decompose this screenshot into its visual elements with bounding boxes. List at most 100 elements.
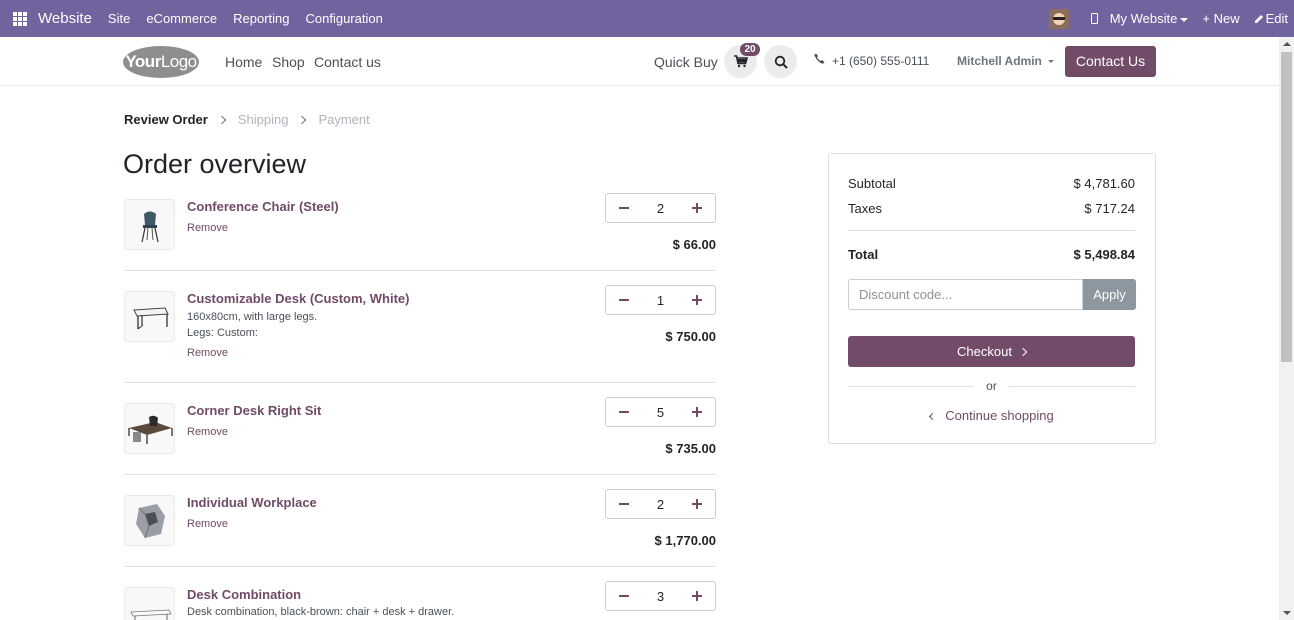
product-name[interactable]: Corner Desk Right Sit [187, 403, 321, 418]
website-switcher-label: My Website [1109, 11, 1178, 26]
product-name[interactable]: Individual Workplace [187, 495, 317, 510]
product-image[interactable] [124, 403, 175, 454]
increase-quantity-button[interactable] [679, 194, 715, 222]
scrollbar-thumb[interactable] [1281, 52, 1292, 362]
divider [124, 566, 716, 567]
site-header: Your Logo Home Shop Contact us Quick Buy … [0, 37, 1279, 86]
subtotal-label: Subtotal [848, 176, 896, 191]
apply-discount-button[interactable]: Apply [1083, 279, 1136, 310]
remove-link[interactable]: Remove [187, 347, 228, 359]
chevron-right-icon [1018, 347, 1028, 356]
chair-image [141, 211, 159, 243]
checkout-button[interactable]: Checkout [848, 336, 1135, 367]
decrease-quantity-button[interactable] [606, 582, 642, 610]
line-price: $ 735.00 [665, 441, 716, 456]
increase-quantity-button[interactable] [679, 490, 715, 518]
divider [124, 270, 716, 271]
line-price: $ 1,770.00 [654, 533, 716, 548]
website-switcher[interactable]: My Website [1110, 11, 1189, 26]
site-logo[interactable]: Your Logo [123, 46, 199, 78]
caret-down-icon [1047, 60, 1054, 64]
quantity-stepper: 5 [605, 397, 716, 427]
order-line: Conference Chair (Steel) Remove 2 $ 66.0… [124, 193, 716, 259]
quick-buy-link[interactable]: Quick Buy [654, 54, 718, 70]
checkout-label: Checkout [957, 344, 1012, 359]
quantity-input[interactable]: 1 [642, 293, 679, 308]
decrease-quantity-button[interactable] [606, 286, 642, 314]
phone-number[interactable]: +1 (650) 555-0111 [832, 54, 929, 68]
quantity-input[interactable]: 3 [642, 589, 679, 604]
step-payment: Payment [318, 112, 370, 127]
admin-app-name[interactable]: Website [38, 10, 92, 27]
order-line: Individual Workplace Remove 2 $ 1,770.00 [124, 489, 716, 555]
line-price: $ 66.00 [672, 237, 716, 252]
remove-link[interactable]: Remove [187, 518, 228, 530]
increase-quantity-button[interactable] [679, 286, 715, 314]
taxes-value: $ 717.24 [1084, 201, 1135, 216]
caret-down-icon [1180, 17, 1189, 22]
nav-contact-us[interactable]: Contact us [314, 54, 381, 70]
quantity-input[interactable]: 2 [642, 497, 679, 512]
desk-image [133, 307, 169, 330]
pencil-icon [1254, 15, 1263, 23]
divider [124, 474, 716, 475]
chevron-right-icon [298, 115, 307, 124]
continue-shopping-link[interactable]: Continue shopping [829, 408, 1155, 423]
decrease-quantity-button[interactable] [606, 398, 642, 426]
mobile-preview-icon[interactable] [1090, 13, 1098, 24]
edit-button[interactable]: Edit [1254, 11, 1288, 26]
decrease-quantity-button[interactable] [606, 490, 642, 518]
quantity-input[interactable]: 2 [642, 201, 679, 216]
scroll-down-arrow-icon[interactable] [1283, 611, 1291, 615]
nav-shop[interactable]: Shop [272, 54, 305, 70]
workplace-image [136, 504, 165, 539]
quantity-stepper: 3 [605, 581, 716, 611]
page-scrollbar[interactable] [1279, 37, 1294, 620]
product-image[interactable] [124, 495, 175, 546]
increase-quantity-button[interactable] [679, 398, 715, 426]
product-image[interactable] [124, 587, 175, 620]
apps-grid-icon[interactable] [13, 11, 27, 26]
phone-icon [814, 53, 825, 64]
decrease-quantity-button[interactable] [606, 194, 642, 222]
admin-menu-site[interactable]: Site [108, 11, 130, 26]
order-line: Desk Combination Desk combination, black… [124, 581, 716, 620]
divider [848, 230, 1135, 231]
discount-code-input[interactable] [848, 279, 1083, 310]
quantity-stepper: 2 [605, 489, 716, 519]
product-description: 160x80cm, with large legs. [187, 311, 318, 323]
cart-icon [733, 55, 748, 68]
or-text: or [986, 379, 997, 393]
scroll-up-arrow-icon[interactable] [1283, 42, 1291, 46]
discount-form: Apply [848, 279, 1136, 310]
corner-desk-image [128, 415, 173, 444]
admin-menu-ecommerce[interactable]: eCommerce [146, 11, 217, 26]
chevron-right-icon [217, 115, 227, 124]
admin-menu-reporting[interactable]: Reporting [233, 11, 289, 26]
divider [848, 385, 975, 387]
product-name[interactable]: Desk Combination [187, 587, 301, 602]
increase-quantity-button[interactable] [679, 582, 715, 610]
logo-text-light: Logo [160, 52, 197, 71]
new-button[interactable]: + New [1202, 11, 1239, 26]
user-avatar[interactable] [1048, 8, 1069, 29]
quantity-input[interactable]: 5 [642, 405, 679, 420]
admin-navbar: Website Site eCommerce Reporting Configu… [0, 0, 1294, 37]
product-name[interactable]: Conference Chair (Steel) [187, 199, 339, 214]
chevron-left-icon [929, 413, 937, 421]
admin-menu-configuration[interactable]: Configuration [306, 11, 383, 26]
quantity-stepper: 2 [605, 193, 716, 223]
contact-us-button[interactable]: Contact Us [1065, 46, 1156, 77]
nav-home[interactable]: Home [225, 54, 262, 70]
product-name[interactable]: Customizable Desk (Custom, White) [187, 291, 409, 306]
remove-link[interactable]: Remove [187, 426, 228, 438]
user-menu[interactable]: Mitchell Admin [957, 54, 1054, 68]
search-button[interactable] [764, 45, 797, 78]
product-image[interactable] [124, 199, 175, 250]
subtotal-value: $ 4,781.60 [1073, 176, 1135, 191]
product-image[interactable] [124, 291, 175, 342]
total-label: Total [848, 247, 879, 262]
or-separator: or [848, 378, 1136, 394]
remove-link[interactable]: Remove [187, 222, 228, 234]
page-title: Order overview [123, 149, 307, 179]
